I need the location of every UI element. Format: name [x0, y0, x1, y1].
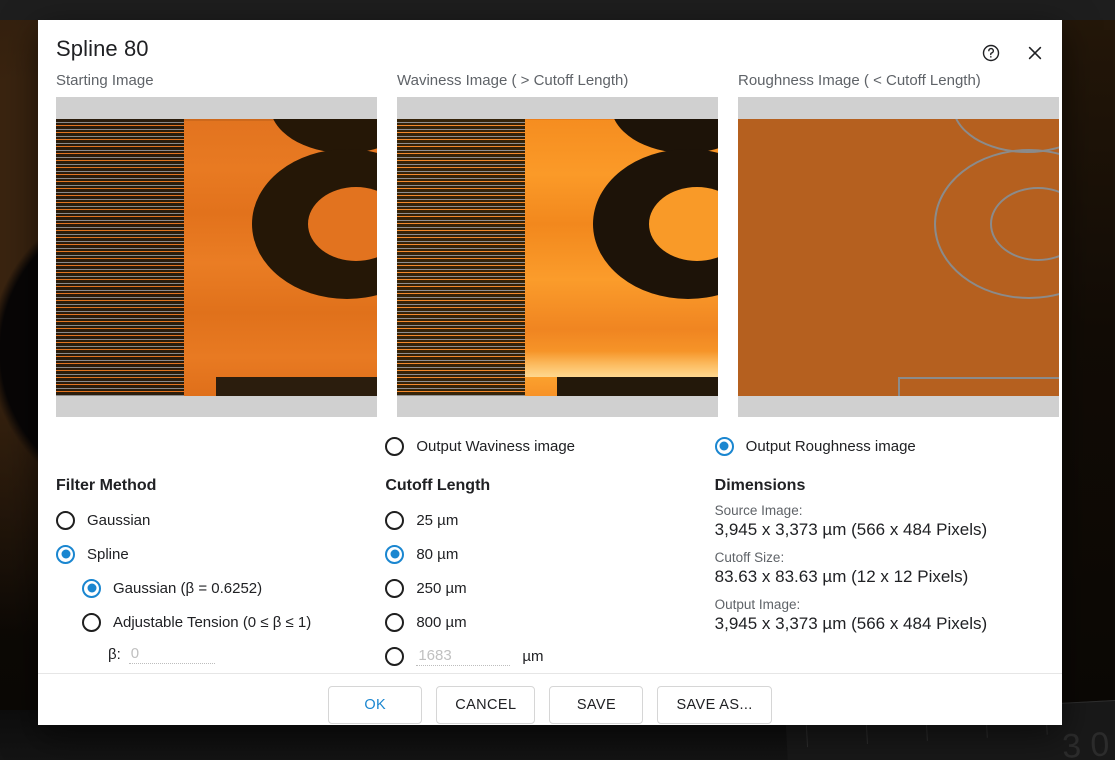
- radio-output-waviness[interactable]: [385, 436, 405, 456]
- radio-cutoff-800[interactable]: [385, 612, 405, 632]
- cutoff-option-80[interactable]: 80 µm: [385, 537, 714, 571]
- dimensions-title: Dimensions: [714, 477, 806, 494]
- cutoff-length-column: Cutoff Length 25 µm 80 µm 250 µm 800 µm: [385, 477, 714, 673]
- output-image-key: Output Image:: [714, 597, 801, 612]
- output-waviness-option[interactable]: Output Waviness image: [385, 429, 714, 463]
- cutoff-25-label: 25 µm: [416, 511, 459, 529]
- cutoff-custom-unit: µm: [522, 647, 544, 665]
- cutoff-option-25[interactable]: 25 µm: [385, 503, 714, 537]
- output-roughness-label: Output Roughness image: [745, 437, 916, 455]
- radio-spline-gaussian[interactable]: [82, 578, 101, 598]
- cutoff-option-250[interactable]: 250 µm: [385, 571, 714, 605]
- cutoff-length-title: Cutoff Length: [385, 477, 491, 494]
- spline-sub-options: Gaussian (β = 0.6252) Adjustable Tension…: [56, 571, 385, 639]
- preview-starting-image: [56, 119, 377, 396]
- close-icon[interactable]: [1022, 40, 1048, 66]
- preview-waviness-frame[interactable]: [397, 97, 718, 417]
- radio-spline-adjustable-tension[interactable]: [82, 612, 101, 632]
- ok-button[interactable]: OK: [328, 685, 423, 724]
- cutoff-250-label: 250 µm: [416, 579, 467, 597]
- dimensions-column: Dimensions Source Image: 3,945 x 3,373 µ…: [715, 477, 1044, 673]
- preview-roughness: Roughness Image ( < Cutoff Length): [738, 72, 1059, 417]
- spline-sub-option-gaussian[interactable]: Gaussian (β = 0.6252): [82, 571, 385, 605]
- cutoff-size-key: Cutoff Size:: [714, 550, 785, 565]
- radio-cutoff-custom[interactable]: [385, 646, 405, 666]
- dialog-title: Spline 80: [56, 36, 149, 61]
- settings-columns: Filter Method Gaussian Spline Gaussian (…: [38, 463, 1062, 673]
- screen: 3 0 Spline 80 Starting Image Waviness Im…: [0, 0, 1115, 760]
- preview-row: Starting Image Waviness Image ( > Cutoff…: [38, 66, 1062, 417]
- cutoff-size-value: 83.63 x 83.63 µm (12 x 12 Pixels): [714, 567, 969, 586]
- source-image-value: 3,945 x 3,373 µm (566 x 484 Pixels): [714, 520, 988, 539]
- preview-starting-label: Starting Image: [56, 72, 154, 89]
- filter-method-title: Filter Method: [56, 477, 157, 494]
- output-image-value: 3,945 x 3,373 µm (566 x 484 Pixels): [714, 614, 988, 633]
- output-slot-empty: [56, 429, 385, 463]
- spline-filter-dialog: Spline 80 Starting Image Waviness Image …: [38, 20, 1062, 725]
- dialog-footer: OK CANCEL SAVE SAVE AS...: [38, 673, 1062, 735]
- spline-adjustable-tension-label: Adjustable Tension (0 ≤ β ≤ 1): [113, 613, 312, 631]
- source-image-key: Source Image:: [714, 503, 803, 518]
- output-options-row: Output Waviness image Output Roughness i…: [38, 417, 1062, 463]
- cutoff-800-label: 800 µm: [416, 613, 467, 631]
- radio-cutoff-80[interactable]: [385, 544, 405, 564]
- output-roughness-option[interactable]: Output Roughness image: [714, 429, 1044, 463]
- radio-filter-spline[interactable]: [56, 544, 75, 564]
- radio-filter-gaussian[interactable]: [56, 510, 75, 530]
- radio-cutoff-250[interactable]: [385, 578, 405, 598]
- filter-method-option-spline[interactable]: Spline: [56, 537, 385, 571]
- filter-gaussian-label: Gaussian: [87, 511, 151, 529]
- cutoff-custom-input[interactable]: [416, 646, 511, 666]
- cutoff-option-800[interactable]: 800 µm: [385, 605, 714, 639]
- spline-gaussian-label: Gaussian (β = 0.6252): [113, 579, 263, 597]
- beta-label: β:: [108, 645, 121, 663]
- help-circle-icon[interactable]: [978, 40, 1004, 66]
- preview-roughness-frame[interactable]: [738, 97, 1059, 417]
- preview-waviness: Waviness Image ( > Cutoff Length): [397, 72, 718, 417]
- radio-cutoff-25[interactable]: [385, 510, 405, 530]
- cutoff-option-custom[interactable]: µm: [385, 639, 714, 673]
- dialog-titlebar: Spline 80: [38, 20, 1062, 66]
- dialog-title-actions: [978, 36, 1048, 66]
- preview-starting: Starting Image: [56, 72, 377, 417]
- radio-output-roughness[interactable]: [714, 436, 734, 456]
- filter-spline-label: Spline: [87, 545, 129, 563]
- preview-waviness-label: Waviness Image ( > Cutoff Length): [397, 72, 629, 89]
- preview-roughness-label: Roughness Image ( < Cutoff Length): [738, 72, 981, 89]
- preview-starting-frame[interactable]: [56, 97, 377, 417]
- preview-waviness-image: [397, 119, 718, 396]
- cancel-button[interactable]: CANCEL: [436, 685, 536, 724]
- filter-method-column: Filter Method Gaussian Spline Gaussian (…: [56, 477, 385, 673]
- beta-input[interactable]: [128, 644, 215, 664]
- background-toolbar: [0, 0, 1115, 20]
- output-waviness-label: Output Waviness image: [416, 437, 576, 455]
- save-button[interactable]: SAVE: [549, 685, 644, 724]
- background-ruler-digits: 3 0: [1061, 725, 1111, 760]
- filter-method-option-gaussian[interactable]: Gaussian: [56, 503, 385, 537]
- save-as-button[interactable]: SAVE AS...: [657, 685, 772, 724]
- spline-sub-option-adjustable-tension[interactable]: Adjustable Tension (0 ≤ β ≤ 1): [82, 605, 385, 639]
- cutoff-80-label: 80 µm: [416, 545, 459, 563]
- preview-roughness-image: [738, 119, 1059, 396]
- beta-row: β:: [56, 639, 385, 669]
